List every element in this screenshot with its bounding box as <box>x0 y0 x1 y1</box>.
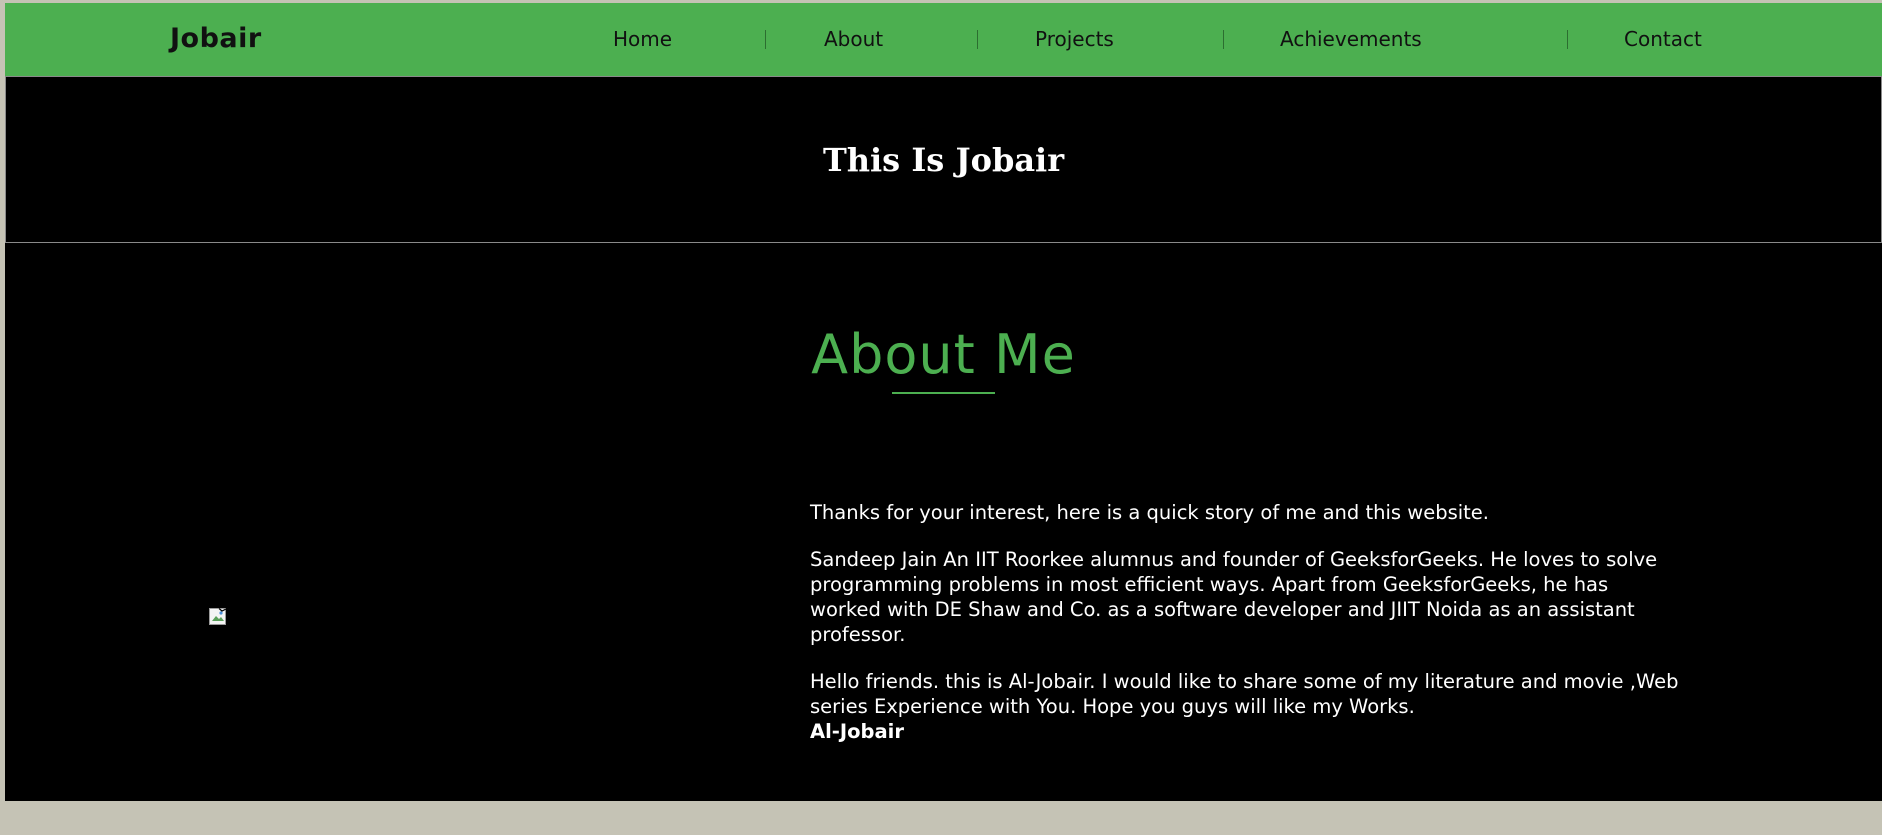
nav-divider <box>1223 30 1224 49</box>
nav-link-projects[interactable]: Projects <box>1035 27 1114 51</box>
nav-link-contact[interactable]: Contact <box>1624 27 1702 51</box>
navbar: Jobair Home About Projects Achievements … <box>5 3 1882 76</box>
hero-title: This Is Jobair <box>822 141 1065 179</box>
about-paragraph: Sandeep Jain An IIT Roorkee alumnus and … <box>810 548 1658 646</box>
nav-divider <box>977 30 978 49</box>
broken-image-icon <box>209 608 227 625</box>
nav-divider <box>765 30 766 49</box>
about-heading: About Me <box>811 323 1076 386</box>
about-paragraph: Thanks for your interest, here is a quic… <box>810 501 1490 524</box>
signature: Al-Jobair <box>810 720 904 743</box>
about-text: Thanks for your interest, here is a quic… <box>810 500 1680 744</box>
nav-link-achievements[interactable]: Achievements <box>1280 27 1422 51</box>
about-paragraph: Hello friends. this is Al-Jobair. I woul… <box>810 670 1679 718</box>
hero-banner: This Is Jobair <box>5 76 1882 243</box>
nav-divider <box>1567 30 1568 49</box>
nav-link-about[interactable]: About <box>824 27 883 51</box>
page: Jobair Home About Projects Achievements … <box>5 3 1882 801</box>
about-heading-underline <box>892 392 995 394</box>
nav-link-home[interactable]: Home <box>613 27 672 51</box>
brand-logo[interactable]: Jobair <box>170 23 262 54</box>
